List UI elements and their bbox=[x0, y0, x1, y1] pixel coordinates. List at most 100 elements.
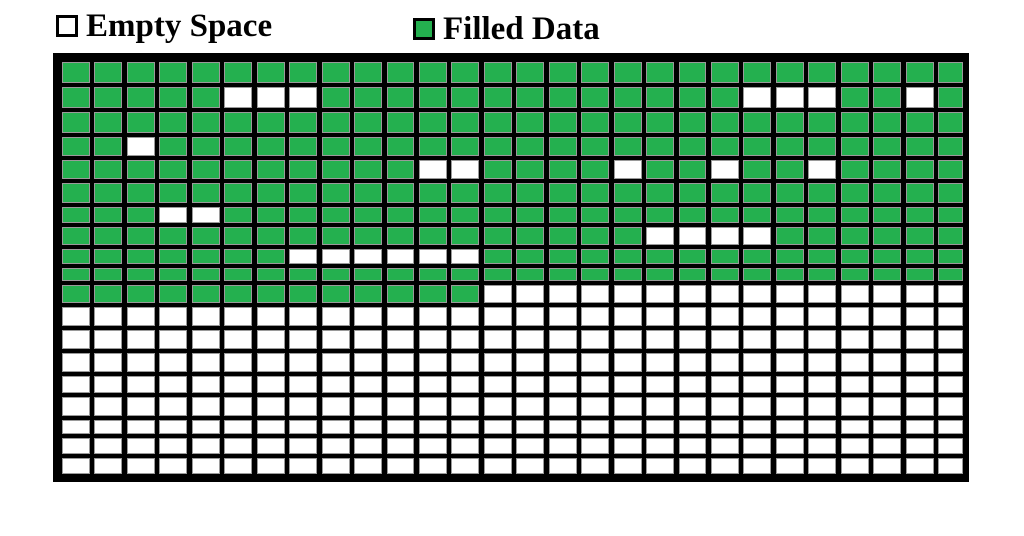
empty-space-cell bbox=[483, 353, 512, 372]
empty-space-cell bbox=[938, 458, 963, 474]
legend-label-empty-space: Empty Space bbox=[86, 8, 273, 44]
empty-space-cell bbox=[678, 438, 707, 454]
filled-data-cell bbox=[354, 227, 382, 245]
filled-data-cell bbox=[451, 268, 480, 281]
empty-space-cell bbox=[62, 458, 90, 474]
filled-data-cell bbox=[873, 227, 902, 245]
filled-data-cell bbox=[483, 227, 512, 245]
filled-data-cell bbox=[711, 207, 739, 223]
filled-data-cell bbox=[581, 268, 610, 281]
empty-space-cell bbox=[743, 87, 772, 108]
empty-space-cell bbox=[646, 330, 675, 349]
empty-space-cell bbox=[354, 458, 382, 474]
filled-data-cell bbox=[256, 183, 285, 203]
filled-data-cell bbox=[711, 62, 739, 83]
filled-data-cell bbox=[840, 87, 869, 108]
empty-space-cell bbox=[418, 307, 447, 326]
empty-space-cell bbox=[451, 307, 480, 326]
empty-space-cell bbox=[743, 307, 772, 326]
empty-space-cell bbox=[289, 353, 318, 372]
empty-space-cell bbox=[678, 285, 707, 303]
filled-data-cell bbox=[711, 112, 739, 133]
filled-data-cell bbox=[938, 160, 963, 179]
empty-space-cell bbox=[581, 285, 610, 303]
empty-space-cell bbox=[159, 207, 188, 223]
filled-data-cell bbox=[613, 227, 642, 245]
filled-data-cell bbox=[386, 160, 415, 179]
empty-space-cell bbox=[62, 420, 90, 434]
empty-space-cell bbox=[646, 376, 675, 393]
filled-data-cell bbox=[938, 183, 963, 203]
empty-space-cell bbox=[483, 330, 512, 349]
empty-space-cell bbox=[548, 376, 577, 393]
filled-data-cell bbox=[516, 268, 545, 281]
empty-space-cell bbox=[386, 420, 415, 434]
filled-data-cell bbox=[289, 227, 318, 245]
filled-data-cell bbox=[256, 207, 285, 223]
empty-space-cell bbox=[938, 420, 963, 434]
empty-space-cell bbox=[613, 438, 642, 454]
empty-space-cell bbox=[938, 353, 963, 372]
empty-space-cell bbox=[840, 397, 869, 416]
empty-space-cell bbox=[775, 420, 804, 434]
filled-data-cell bbox=[775, 227, 804, 245]
empty-space-cell bbox=[159, 397, 188, 416]
empty-space-cell bbox=[873, 438, 902, 454]
filled-data-cell bbox=[516, 183, 545, 203]
filled-data-cell bbox=[126, 112, 155, 133]
filled-data-cell bbox=[840, 207, 869, 223]
empty-space-cell bbox=[321, 458, 350, 474]
empty-space-cell bbox=[418, 420, 447, 434]
filled-data-cell bbox=[418, 285, 447, 303]
filled-data-cell bbox=[775, 137, 804, 156]
empty-space-cell bbox=[321, 420, 350, 434]
empty-space-cell bbox=[711, 397, 739, 416]
filled-data-cell bbox=[548, 160, 577, 179]
empty-space-cell bbox=[581, 376, 610, 393]
filled-data-cell bbox=[94, 227, 123, 245]
empty-space-cell bbox=[483, 420, 512, 434]
empty-space-cell bbox=[516, 285, 545, 303]
empty-space-cell bbox=[808, 458, 837, 474]
empty-space-cell bbox=[159, 330, 188, 349]
empty-space-cell bbox=[548, 438, 577, 454]
filled-data-cell bbox=[840, 227, 869, 245]
filled-data-cell bbox=[516, 249, 545, 264]
filled-data-cell bbox=[938, 207, 963, 223]
filled-data-cell bbox=[62, 268, 90, 281]
filled-data-cell bbox=[321, 137, 350, 156]
empty-space-cell bbox=[451, 458, 480, 474]
filled-data-cell bbox=[646, 112, 675, 133]
filled-data-cell bbox=[224, 112, 253, 133]
filled-data-cell bbox=[224, 62, 253, 83]
filled-data-cell bbox=[126, 268, 155, 281]
filled-data-cell bbox=[775, 268, 804, 281]
empty-space-cell bbox=[321, 397, 350, 416]
filled-data-cell bbox=[191, 62, 220, 83]
filled-data-cell bbox=[646, 87, 675, 108]
filled-data-cell bbox=[289, 183, 318, 203]
filled-data-cell bbox=[483, 112, 512, 133]
filled-data-cell bbox=[646, 62, 675, 83]
filled-data-cell bbox=[646, 137, 675, 156]
empty-space-cell bbox=[775, 330, 804, 349]
filled-data-cell bbox=[451, 285, 480, 303]
empty-space-cell bbox=[711, 376, 739, 393]
empty-space-cell bbox=[548, 330, 577, 349]
filled-data-cell bbox=[386, 137, 415, 156]
legend-item-empty-space: Empty Space bbox=[56, 8, 272, 44]
empty-space-cell bbox=[840, 420, 869, 434]
filled-data-cell bbox=[743, 183, 772, 203]
empty-space-cell bbox=[483, 458, 512, 474]
empty-space-cell bbox=[191, 458, 220, 474]
empty-space-cell bbox=[354, 330, 382, 349]
filled-data-cell bbox=[938, 249, 963, 264]
empty-space-cell bbox=[418, 330, 447, 349]
empty-space-cell bbox=[938, 376, 963, 393]
filled-data-cell bbox=[191, 268, 220, 281]
empty-space-cell bbox=[938, 438, 963, 454]
empty-space-cell bbox=[905, 397, 934, 416]
empty-space-cell bbox=[516, 438, 545, 454]
filled-data-cell bbox=[62, 87, 90, 108]
empty-space-cell bbox=[94, 397, 123, 416]
